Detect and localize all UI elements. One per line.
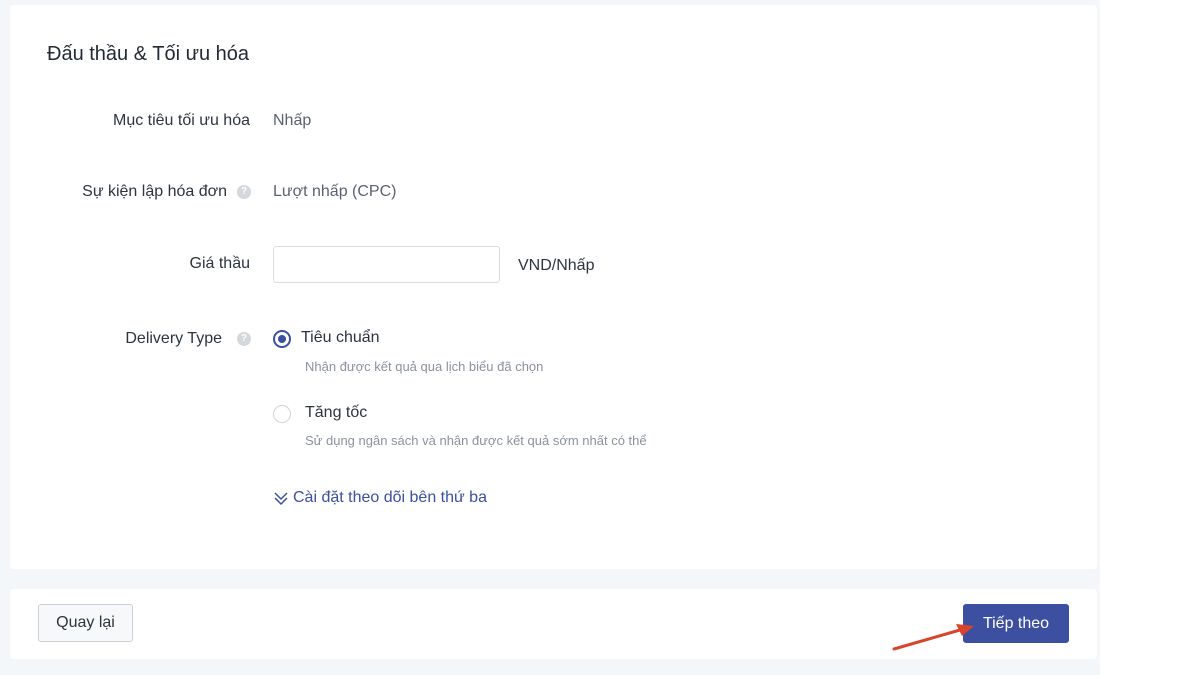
radio-standard-description: Nhận được kết quả qua lịch biểu đã chọn (305, 359, 544, 374)
bid-unit: VND/Nhấp (518, 257, 595, 274)
billing-event-help-icon[interactable]: ? (237, 185, 251, 199)
optimization-goal-label: Mục tiêu tối ưu hóa (112, 112, 250, 129)
bidding-optimization-card: Đấu thầu & Tối ưu hóa Mục tiêu tối ưu hó… (10, 5, 1097, 569)
billing-event-value: Lượt nhấp (CPC) (273, 183, 397, 200)
annotation-arrow-icon (892, 624, 974, 651)
back-button[interactable]: Quay lại (38, 604, 133, 642)
billing-event-label: Sự kiện lập hóa đơn (82, 183, 227, 200)
bid-input[interactable] (273, 246, 500, 283)
bid-label: Giá thầu (189, 255, 250, 272)
delivery-type-label: Delivery Type (125, 330, 222, 347)
double-chevron-down-icon (274, 492, 288, 506)
third-party-tracking-label[interactable]: Cài đặt theo dõi bên thứ ba (293, 489, 487, 507)
page: Đấu thầu & Tối ưu hóa Mục tiêu tối ưu hó… (0, 0, 1200, 675)
radio-accelerated[interactable] (273, 405, 291, 423)
radio-accelerated-label[interactable]: Tăng tốc (305, 404, 367, 422)
radio-accelerated-description: Sử dụng ngân sách và nhận được kết quả s… (305, 433, 647, 448)
third-party-tracking-link[interactable]: Cài đặt theo dõi bên thứ ba (273, 489, 487, 507)
radio-standard-label[interactable]: Tiêu chuẩn (301, 329, 380, 347)
optimization-goal-value: Nhấp (273, 112, 312, 129)
section-title: Đấu thầu & Tối ưu hóa (47, 43, 250, 65)
radio-standard[interactable] (273, 330, 291, 348)
delivery-type-help-icon[interactable]: ? (237, 332, 251, 346)
